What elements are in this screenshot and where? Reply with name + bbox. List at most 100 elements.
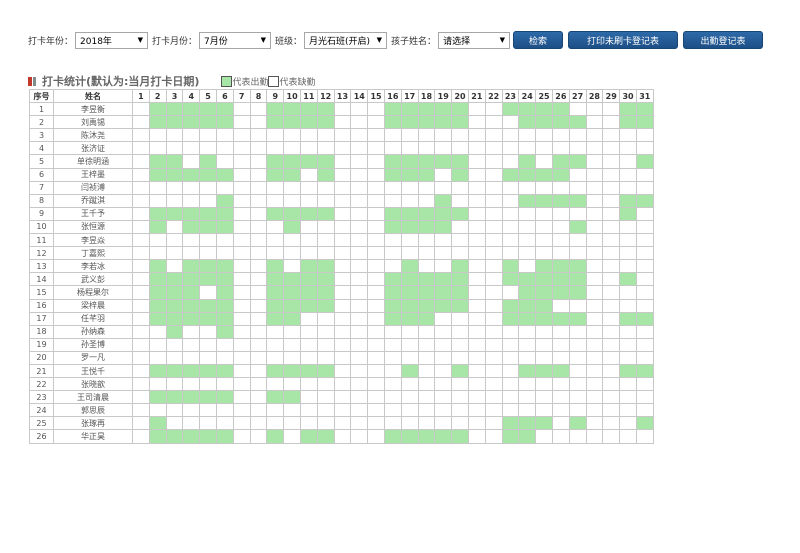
- attendance-cell-absent: [299, 193, 318, 208]
- attendance-cell-present: [266, 429, 285, 444]
- attendance-cell-absent: [383, 180, 402, 195]
- attendance-cell-absent: [585, 311, 604, 326]
- attendance-cell-absent: [585, 128, 604, 143]
- attendance-cell-absent: [484, 429, 503, 444]
- attendance-cell-absent: [484, 141, 503, 156]
- attendance-cell-absent: [266, 337, 285, 352]
- attendance-cell-absent: [367, 246, 385, 261]
- attendance-cell-absent: [299, 337, 318, 352]
- attendance-cell-present: [316, 429, 335, 444]
- attendance-cell-present: [451, 363, 469, 379]
- attendance-cell-absent: [535, 141, 553, 156]
- attendance-cell-absent: [132, 363, 150, 379]
- month-select[interactable]: 7月份 ▼: [199, 31, 272, 49]
- attendance-cell-present: [283, 285, 301, 300]
- attendance-cell-absent: [451, 128, 469, 143]
- attendance-cell-present: [215, 219, 234, 235]
- print-unswiped-button[interactable]: 打印未刷卡登记表: [568, 31, 679, 49]
- row-index: 10: [29, 219, 54, 235]
- attendance-cell-present: [148, 206, 167, 221]
- attendance-cell-absent: [535, 403, 553, 418]
- attendance-cell-absent: [467, 363, 486, 379]
- attendance-cell-absent: [484, 167, 503, 182]
- child-select[interactable]: 请选择 ▼: [438, 31, 511, 49]
- attendance-cell-absent: [400, 377, 419, 392]
- attendance-cell-absent: [551, 246, 570, 261]
- student-name: 李昱焱: [53, 233, 133, 248]
- attendance-cell-present: [400, 219, 419, 235]
- row-index: 15: [29, 285, 54, 300]
- student-name: 武义彭: [53, 272, 133, 287]
- attendance-cell-present: [266, 363, 285, 379]
- attendance-cell-absent: [148, 337, 167, 352]
- attendance-cell-present: [215, 102, 234, 117]
- attendance-cell-present: [434, 298, 453, 313]
- student-name: 张琢再: [53, 416, 133, 431]
- attendance-cell-absent: [232, 167, 251, 182]
- attendance-cell-absent: [635, 206, 654, 221]
- attendance-cell-present: [148, 285, 167, 300]
- attendance-cell-absent: [467, 154, 486, 169]
- attendance-cell-absent: [501, 141, 520, 156]
- attendance-cell-absent: [182, 141, 201, 156]
- attendance-cell-present: [199, 429, 217, 444]
- attendance-cell-absent: [400, 193, 419, 208]
- table-row: 16 梁梓晨: [29, 298, 654, 313]
- attendance-cell-absent: [316, 390, 335, 405]
- table-row: 15 杨程果尔: [29, 285, 654, 300]
- table-row: 25 张琢再: [29, 416, 654, 431]
- attendance-cell-present: [535, 311, 553, 326]
- attendance-cell-absent: [602, 311, 621, 326]
- attendance-cell-absent: [568, 363, 587, 379]
- attendance-cell-present: [299, 206, 318, 221]
- attendance-cell-absent: [501, 219, 520, 235]
- attendance-cell-absent: [467, 350, 486, 365]
- attendance-cell-absent: [585, 272, 604, 287]
- day-header-22: 22: [484, 88, 503, 104]
- attendance-cell-present: [215, 259, 234, 274]
- attendance-cell-present: [199, 363, 217, 379]
- attendance-cell-absent: [551, 403, 570, 418]
- table-row: 21 王悦千: [29, 363, 654, 379]
- attendance-cell-absent: [215, 180, 234, 195]
- attendance-cell-present: [199, 390, 217, 405]
- attendance-cell-absent: [350, 350, 369, 365]
- attendance-cell-absent: [635, 390, 654, 405]
- attendance-cell-present: [283, 298, 301, 313]
- attendance-cell-absent: [283, 259, 301, 274]
- attendance-cell-present: [518, 363, 537, 379]
- attendance-cell-present: [299, 102, 318, 117]
- attendance-cell-absent: [350, 311, 369, 326]
- attendance-cell-absent: [602, 377, 621, 392]
- attendance-cell-absent: [182, 246, 201, 261]
- class-select[interactable]: 月光石班(开启) ▼: [304, 31, 388, 49]
- attendance-cell-present: [551, 363, 570, 379]
- attendance-cell-present: [182, 167, 201, 182]
- student-name: 梁梓晨: [53, 298, 133, 313]
- attendance-cell-absent: [249, 233, 268, 248]
- attendance-cell-absent: [132, 259, 150, 274]
- attendance-cell-absent: [350, 416, 369, 431]
- attendance-register-button[interactable]: 出勤登记表: [683, 31, 764, 49]
- attendance-cell-present: [568, 272, 587, 287]
- legend-present-swatch: [221, 75, 233, 87]
- attendance-cell-present: [568, 259, 587, 274]
- attendance-cell-present: [635, 363, 654, 379]
- year-select[interactable]: 2018年 ▼: [75, 31, 149, 49]
- attendance-cell-absent: [568, 180, 587, 195]
- attendance-cell-absent: [383, 416, 402, 431]
- attendance-cell-absent: [467, 219, 486, 235]
- attendance-cell-absent: [501, 246, 520, 261]
- attendance-cell-present: [299, 154, 318, 169]
- attendance-cell-absent: [266, 377, 285, 392]
- attendance-cell-absent: [451, 193, 469, 208]
- attendance-cell-absent: [585, 363, 604, 379]
- day-header-12: 12: [316, 88, 335, 104]
- attendance-cell-absent: [350, 390, 369, 405]
- attendance-cell-present: [182, 298, 201, 313]
- attendance-cell-present: [199, 298, 217, 313]
- attendance-cell-absent: [249, 298, 268, 313]
- attendance-cell-present: [383, 115, 402, 130]
- search-button[interactable]: 检索: [513, 31, 564, 49]
- attendance-cell-absent: [568, 350, 587, 365]
